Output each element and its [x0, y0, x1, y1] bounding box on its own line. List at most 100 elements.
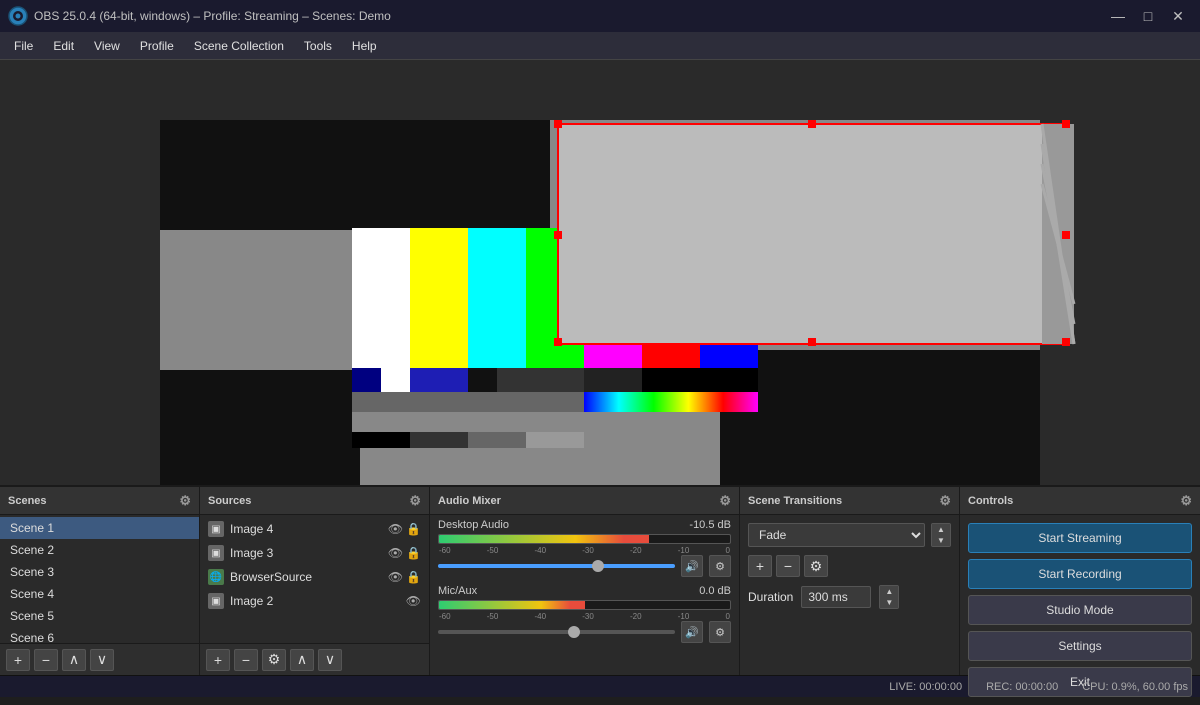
transition-type-select[interactable]: Fade Cut Swipe Slide	[748, 523, 925, 547]
menu-file[interactable]: File	[4, 35, 43, 57]
settings-button[interactable]: Settings	[968, 631, 1192, 661]
sources-panel: Sources ⚙ ▣ Image 4 👁 🔒 ▣ Image 3 👁 🔒	[200, 487, 430, 675]
menu-profile[interactable]: Profile	[130, 35, 184, 57]
scenes-title: Scenes	[8, 495, 47, 507]
mic-aux-ticks: -60-50-40-30-20-100	[438, 612, 731, 621]
scenes-panel: Scenes ⚙ Scene 1 Scene 2 Scene 3 Scene 4…	[0, 487, 200, 675]
duration-spinner-up[interactable]: ▲	[880, 586, 898, 597]
scene-item[interactable]: Scene 2	[0, 539, 199, 561]
desktop-audio-mute-button[interactable]: 🔊	[681, 555, 703, 577]
scene-item[interactable]: Scene 4	[0, 583, 199, 605]
source-visibility-icon[interactable]: 👁	[388, 546, 403, 560]
duration-input[interactable]	[801, 586, 871, 608]
desktop-audio-header: Desktop Audio -10.5 dB	[438, 519, 731, 531]
source-visibility-icon[interactable]: 👁	[406, 594, 421, 608]
transitions-title: Scene Transitions	[748, 495, 842, 507]
menu-view[interactable]: View	[84, 35, 130, 57]
menu-edit[interactable]: Edit	[43, 35, 84, 57]
mic-aux-mute-button[interactable]: 🔊	[681, 621, 703, 643]
transition-spinner-down[interactable]: ▼	[932, 535, 950, 546]
source-controls: 👁 🔒	[388, 522, 421, 536]
mic-aux-settings-button[interactable]: ⚙	[709, 621, 731, 643]
minimize-button[interactable]: —	[1104, 4, 1132, 28]
rec-status: REC: 00:00:00	[986, 681, 1058, 693]
menu-scene-collection[interactable]: Scene Collection	[184, 35, 294, 57]
menu-help[interactable]: Help	[342, 35, 387, 57]
start-recording-button[interactable]: Start Recording	[968, 559, 1192, 589]
scene-item[interactable]: Scene 6	[0, 627, 199, 643]
transitions-header: Scene Transitions ⚙	[740, 487, 959, 515]
source-type-icon: ▣	[208, 593, 224, 609]
mic-aux-track: Mic/Aux 0.0 dB -60-50-40-30-20-100 🔊 ⚙	[438, 585, 731, 643]
scenes-config-icon[interactable]: ⚙	[179, 493, 191, 509]
sources-toolbar: + − ⚙ ∧ ∨	[200, 643, 429, 675]
audio-content: Desktop Audio -10.5 dB -60-50-40-30-20-1…	[430, 515, 739, 675]
source-visibility-icon[interactable]: 👁	[388, 522, 403, 536]
duration-spinner-down[interactable]: ▼	[880, 597, 898, 608]
source-type-icon: ▣	[208, 545, 224, 561]
sources-config-icon[interactable]: ⚙	[409, 493, 421, 509]
transitions-content: Fade Cut Swipe Slide ▲ ▼ + − ⚙ Duration	[740, 515, 959, 675]
source-item[interactable]: ▣ Image 4 👁 🔒	[200, 517, 429, 541]
transition-remove-button[interactable]: −	[776, 555, 800, 577]
source-lock-icon[interactable]: 🔒	[406, 570, 421, 584]
source-down-button[interactable]: ∨	[318, 649, 342, 671]
desktop-audio-controls: 🔊 ⚙	[438, 555, 731, 577]
source-remove-button[interactable]: −	[234, 649, 258, 671]
source-item[interactable]: ▣ Image 3 👁 🔒	[200, 541, 429, 565]
audio-config-icon[interactable]: ⚙	[719, 493, 731, 509]
menu-tools[interactable]: Tools	[294, 35, 342, 57]
scenes-list: Scene 1 Scene 2 Scene 3 Scene 4 Scene 5 …	[0, 515, 199, 643]
source-up-button[interactable]: ∧	[290, 649, 314, 671]
scene-item[interactable]: Scene 5	[0, 605, 199, 627]
desktop-audio-label: Desktop Audio	[438, 519, 509, 531]
mic-aux-controls: 🔊 ⚙	[438, 621, 731, 643]
controls-header: Controls ⚙	[960, 487, 1200, 515]
titlebar-title: OBS 25.0.4 (64-bit, windows) – Profile: …	[34, 9, 391, 23]
studio-mode-button[interactable]: Studio Mode	[968, 595, 1192, 625]
source-item[interactable]: ▣ Image 2 👁	[200, 589, 429, 613]
start-streaming-button[interactable]: Start Streaming	[968, 523, 1192, 553]
close-button[interactable]: ✕	[1164, 4, 1192, 28]
source-add-button[interactable]: +	[206, 649, 230, 671]
source-lock-icon[interactable]: 🔒	[406, 522, 421, 536]
transition-type-row: Fade Cut Swipe Slide ▲ ▼	[748, 523, 951, 547]
transitions-panel: Scene Transitions ⚙ Fade Cut Swipe Slide…	[740, 487, 960, 675]
controls-config-icon[interactable]: ⚙	[1180, 493, 1192, 509]
scene-remove-button[interactable]: −	[34, 649, 58, 671]
controls-title: Controls	[968, 495, 1013, 507]
source-controls: 👁	[406, 594, 421, 608]
mic-aux-label: Mic/Aux	[438, 585, 477, 597]
transitions-config-icon[interactable]: ⚙	[939, 493, 951, 509]
titlebar-left: OBS 25.0.4 (64-bit, windows) – Profile: …	[8, 6, 391, 26]
transition-add-button[interactable]: +	[748, 555, 772, 577]
scene-item[interactable]: Scene 1	[0, 517, 199, 539]
titlebar: OBS 25.0.4 (64-bit, windows) – Profile: …	[0, 0, 1200, 32]
desktop-audio-settings-button[interactable]: ⚙	[709, 555, 731, 577]
scenes-toolbar: + − ∧ ∨	[0, 643, 199, 675]
transition-spinner-up[interactable]: ▲	[932, 524, 950, 535]
source-item[interactable]: 🌐 BrowserSource 👁 🔒	[200, 565, 429, 589]
transition-settings-button[interactable]: ⚙	[804, 555, 828, 577]
sources-title: Sources	[208, 495, 251, 507]
desktop-audio-ticks: -60-50-40-30-20-100	[438, 546, 731, 555]
scene-up-button[interactable]: ∧	[62, 649, 86, 671]
source-name: Image 4	[230, 522, 382, 536]
source-lock-icon[interactable]: 🔒	[406, 546, 421, 560]
transition-add-row: + − ⚙	[748, 555, 951, 577]
mic-aux-level: 0.0 dB	[699, 585, 731, 597]
duration-label: Duration	[748, 590, 793, 604]
maximize-button[interactable]: □	[1134, 4, 1162, 28]
cpu-status: CPU: 0.9%, 60.00 fps	[1082, 681, 1188, 693]
source-settings-button[interactable]: ⚙	[262, 649, 286, 671]
scene-down-button[interactable]: ∨	[90, 649, 114, 671]
source-visibility-icon[interactable]: 👁	[388, 570, 403, 584]
scene-item[interactable]: Scene 3	[0, 561, 199, 583]
titlebar-controls[interactable]: — □ ✕	[1104, 4, 1192, 28]
mic-aux-header: Mic/Aux 0.0 dB	[438, 585, 731, 597]
scene-add-button[interactable]: +	[6, 649, 30, 671]
source-type-icon: ▣	[208, 521, 224, 537]
duration-row: Duration ▲ ▼	[748, 585, 951, 609]
controls-content: Start Streaming Start Recording Studio M…	[960, 515, 1200, 705]
source-type-icon: 🌐	[208, 569, 224, 585]
